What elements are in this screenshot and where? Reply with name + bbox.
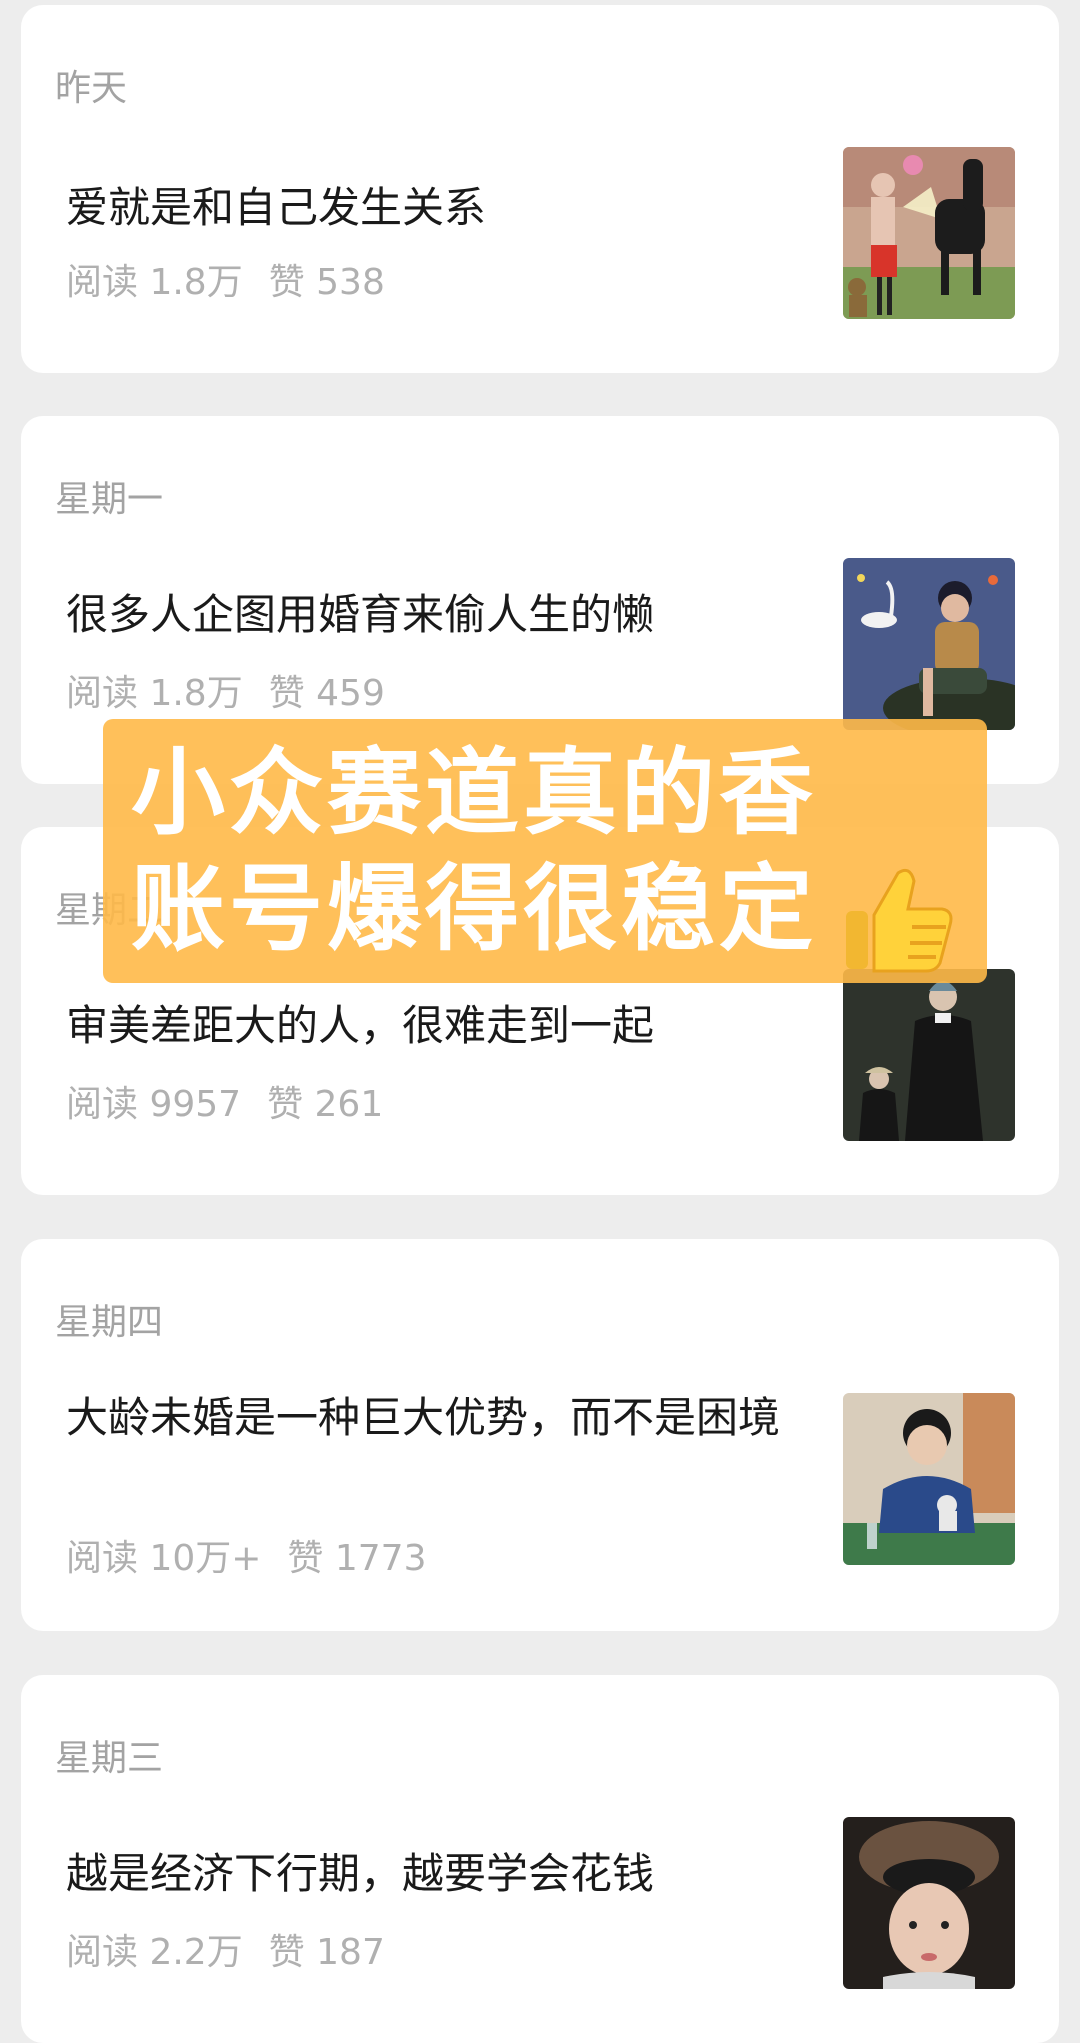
article-stats: 阅读 1.8万赞 538 (66, 253, 385, 305)
read-count: 阅读 1.8万 (66, 262, 243, 303)
article-card[interactable]: 昨天 爱就是和自己发生关系 阅读 1.8万赞 538 (21, 5, 1059, 373)
article-title[interactable]: 越是经济下行期，越要学会花钱 (66, 1841, 836, 1907)
read-count: 阅读 1.8万 (66, 673, 243, 714)
article-thumbnail[interactable] (843, 558, 1015, 730)
woman-hat-painting-icon (843, 1817, 1015, 1989)
article-date: 星期一 (55, 479, 164, 520)
boy-donkey-painting-icon (843, 147, 1015, 319)
article-stats: 阅读 2.2万赞 187 (66, 1923, 385, 1975)
article-title[interactable]: 审美差距大的人，很难走到一起 (66, 993, 836, 1059)
like-count: 赞 1773 (287, 1538, 427, 1579)
article-stats: 阅读 10万+ 赞 1773 (66, 1529, 426, 1581)
article-date: 星期三 (55, 1738, 164, 1779)
article-stats: 阅读 1.8万赞 459 (66, 664, 385, 716)
article-date: 星期四 (55, 1302, 164, 1343)
article-card[interactable]: 星期四 大龄未婚是一种巨大优势，而不是困境 阅读 10万+ 赞 1773 (21, 1239, 1059, 1631)
like-count: 赞 187 (268, 1932, 385, 1973)
promo-banner-overlay: 小众赛道真的香 账号爆得很稳定 (103, 719, 987, 983)
article-thumbnail[interactable] (843, 969, 1015, 1141)
woman-cat-painting-icon (843, 1393, 1015, 1565)
read-count: 阅读 2.2万 (66, 1932, 243, 1973)
banner-line-1: 小众赛道真的香 (131, 739, 818, 848)
like-count: 赞 538 (268, 262, 385, 303)
article-title[interactable]: 大龄未婚是一种巨大优势，而不是困境 (66, 1385, 836, 1451)
article-thumbnail[interactable] (843, 1817, 1015, 1989)
article-card[interactable]: 星期三 越是经济下行期，越要学会花钱 阅读 2.2万赞 187 (21, 1675, 1059, 2043)
article-stats: 阅读 9957 赞 261 (66, 1075, 383, 1127)
like-count: 赞 261 (267, 1084, 384, 1125)
article-thumbnail[interactable] (843, 147, 1015, 319)
boy-swan-painting-icon (843, 558, 1015, 730)
like-count: 赞 459 (268, 673, 385, 714)
article-date: 昨天 (55, 68, 128, 109)
read-count: 阅读 10万+ (66, 1538, 262, 1579)
article-title[interactable]: 爱就是和自己发生关系 (66, 175, 836, 241)
banner-line-2: 账号爆得很稳定 (131, 855, 818, 964)
read-count: 阅读 9957 (66, 1084, 242, 1125)
article-title[interactable]: 很多人企图用婚育来偷人生的懒 (66, 582, 836, 648)
thumbs-up-icon (846, 868, 953, 973)
dark-figures-painting-icon (843, 969, 1015, 1141)
article-thumbnail[interactable] (843, 1393, 1015, 1565)
